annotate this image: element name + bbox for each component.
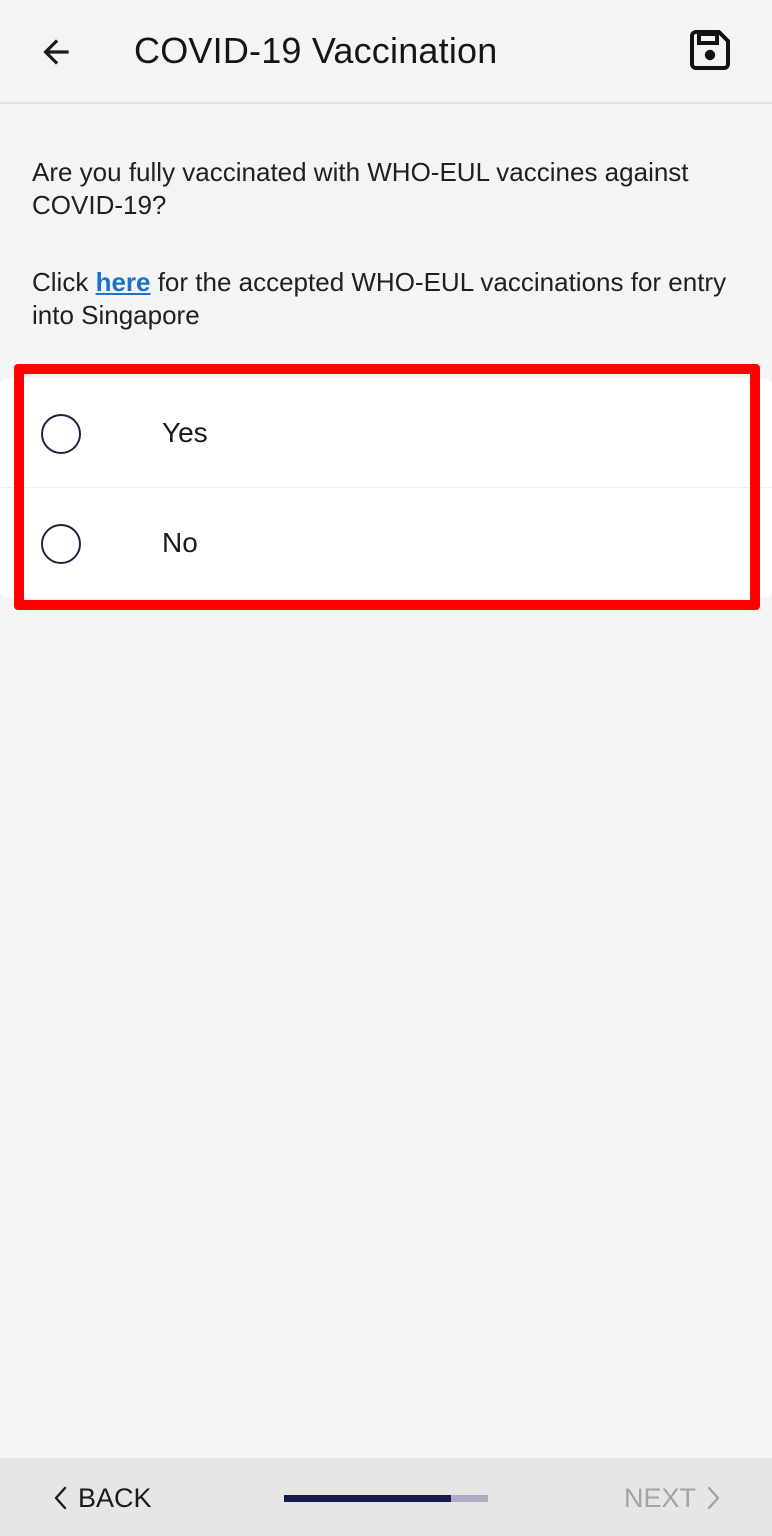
back-nav-button[interactable]: BACK bbox=[52, 1480, 152, 1516]
bottom-nav-bar: BACK NEXT bbox=[0, 1458, 772, 1536]
chevron-left-icon bbox=[52, 1485, 70, 1511]
save-button[interactable] bbox=[684, 24, 736, 76]
next-nav-button[interactable]: NEXT bbox=[624, 1480, 722, 1516]
option-yes[interactable]: Yes bbox=[0, 378, 772, 488]
option-no-label: No bbox=[162, 527, 198, 558]
floppy-disk-icon bbox=[690, 30, 730, 70]
app-header: COVID-19 Vaccination bbox=[0, 0, 772, 104]
progress-bar bbox=[284, 1495, 488, 1502]
here-link[interactable]: here bbox=[96, 267, 151, 297]
chevron-right-icon bbox=[704, 1485, 722, 1511]
option-no[interactable]: No bbox=[0, 488, 772, 598]
radio-yes[interactable] bbox=[41, 414, 81, 454]
vaccination-hint: Click here for the accepted WHO-EUL vacc… bbox=[32, 266, 752, 332]
back-nav-label: BACK bbox=[78, 1482, 152, 1513]
vaccination-question: Are you fully vaccinated with WHO-EUL va… bbox=[32, 157, 689, 220]
radio-no[interactable] bbox=[41, 524, 81, 564]
option-yes-label: Yes bbox=[162, 417, 208, 448]
app-screen: COVID-19 Vaccination Are you fully vacci… bbox=[0, 0, 772, 1536]
progress-bar-fill bbox=[284, 1495, 452, 1502]
next-nav-label: NEXT bbox=[624, 1482, 697, 1513]
back-arrow-button[interactable] bbox=[30, 26, 82, 78]
arrow-left-icon bbox=[43, 39, 69, 65]
page-title: COVID-19 Vaccination bbox=[134, 30, 498, 71]
hint-prefix: Click bbox=[32, 267, 96, 297]
answer-options: Yes No bbox=[0, 378, 772, 598]
